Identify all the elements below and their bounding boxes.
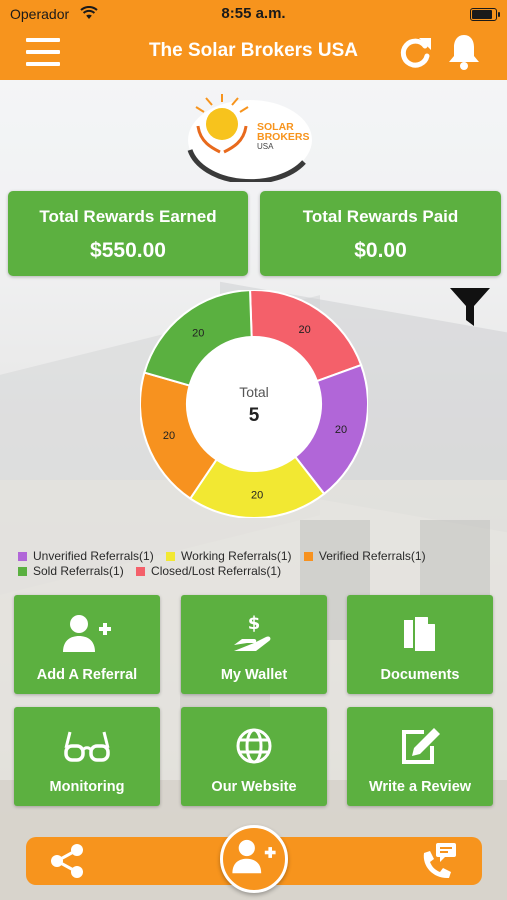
donut-slice-value-label: 20	[298, 324, 310, 336]
wallet-hand-dollar-icon: $	[181, 613, 327, 655]
donut-svg: 20 20 20 20 20 Total 5	[139, 289, 369, 519]
donut-slice-value-label: 20	[251, 489, 263, 501]
legend-swatch	[166, 552, 176, 561]
our-website-button[interactable]: Our Website	[181, 707, 327, 806]
chart-legend: Unverified Referrals(1) Working Referral…	[18, 549, 498, 579]
rewards-earned-label: Total Rewards Earned	[39, 207, 217, 226]
referrals-donut-chart: 20 20 20 20 20 Total 5	[139, 289, 369, 519]
top-bar: Operador 8:55 a.m. The Solar Brokers USA	[0, 0, 507, 80]
legend-swatch	[136, 567, 146, 576]
chart-center-label: Total	[239, 384, 269, 400]
legend-item: Sold Referrals(1)	[18, 564, 124, 579]
dashboard-content: SOLAR BROKERS USA Total Rewards Earned $…	[0, 80, 507, 900]
nav-bar: The Solar Brokers USA	[0, 30, 507, 76]
rewards-earned-value: $550.00	[90, 239, 166, 262]
glasses-icon	[14, 725, 160, 767]
tile-label: Add A Referral	[36, 667, 138, 683]
status-time: 8:55 a.m.	[221, 5, 286, 22]
donut-slice-value-label: 20	[335, 424, 347, 436]
donut-center	[187, 337, 321, 471]
legend-swatch	[303, 552, 313, 561]
total-rewards-earned-card: Total Rewards Earned $550.00	[8, 191, 248, 276]
legend-swatch	[18, 552, 27, 561]
tile-label: Write a Review	[368, 779, 472, 795]
documents-button[interactable]: Documents	[347, 595, 493, 694]
legend-item: Working Referrals(1)	[166, 549, 292, 564]
solar-brokers-logo: SOLAR BROKERS USA	[184, 92, 314, 182]
donut-slice-value-label: 20	[192, 328, 204, 340]
status-bar: Operador 8:55 a.m.	[0, 4, 507, 24]
logo-wordmark: SOLAR BROKERS USA	[257, 121, 310, 151]
edit-icon	[347, 725, 493, 767]
phone-message-icon[interactable]	[418, 841, 458, 886]
add-user-icon	[14, 613, 160, 655]
rewards-paid-value: $0.00	[354, 239, 407, 262]
tile-label: My Wallet	[220, 667, 288, 683]
donut-slice-value-label: 20	[163, 430, 175, 442]
add-referral-button[interactable]: Add A Referral	[14, 595, 160, 694]
legend-row: Unverified Referrals(1) Working Referral…	[18, 549, 498, 564]
svg-text:$: $	[248, 613, 261, 634]
tile-label: Our Website	[211, 779, 297, 795]
bell-icon[interactable]	[446, 32, 482, 77]
monitoring-button[interactable]: Monitoring	[14, 707, 160, 806]
documents-icon	[347, 613, 493, 655]
legend-item: Verified Referrals(1)	[303, 549, 426, 564]
total-rewards-paid-card: Total Rewards Paid $0.00	[260, 191, 501, 276]
filter-icon[interactable]	[448, 286, 492, 335]
legend-row: Sold Referrals(1) Closed/Lost Referrals(…	[18, 564, 498, 579]
legend-item: Unverified Referrals(1)	[18, 549, 154, 564]
share-icon[interactable]	[50, 843, 84, 884]
refresh-icon[interactable]	[397, 34, 433, 75]
legend-item: Closed/Lost Referrals(1)	[136, 564, 281, 579]
battery-icon	[470, 8, 500, 21]
legend-swatch	[18, 567, 27, 576]
globe-icon	[181, 725, 327, 767]
my-wallet-button[interactable]: $ My Wallet	[181, 595, 327, 694]
chart-center-value: 5	[249, 405, 260, 426]
tile-label: Monitoring	[49, 779, 125, 795]
add-user-icon	[230, 839, 278, 880]
rewards-paid-label: Total Rewards Paid	[302, 207, 459, 226]
add-referral-fab[interactable]	[220, 825, 288, 893]
tile-label: Documents	[380, 667, 460, 683]
write-review-button[interactable]: Write a Review	[347, 707, 493, 806]
